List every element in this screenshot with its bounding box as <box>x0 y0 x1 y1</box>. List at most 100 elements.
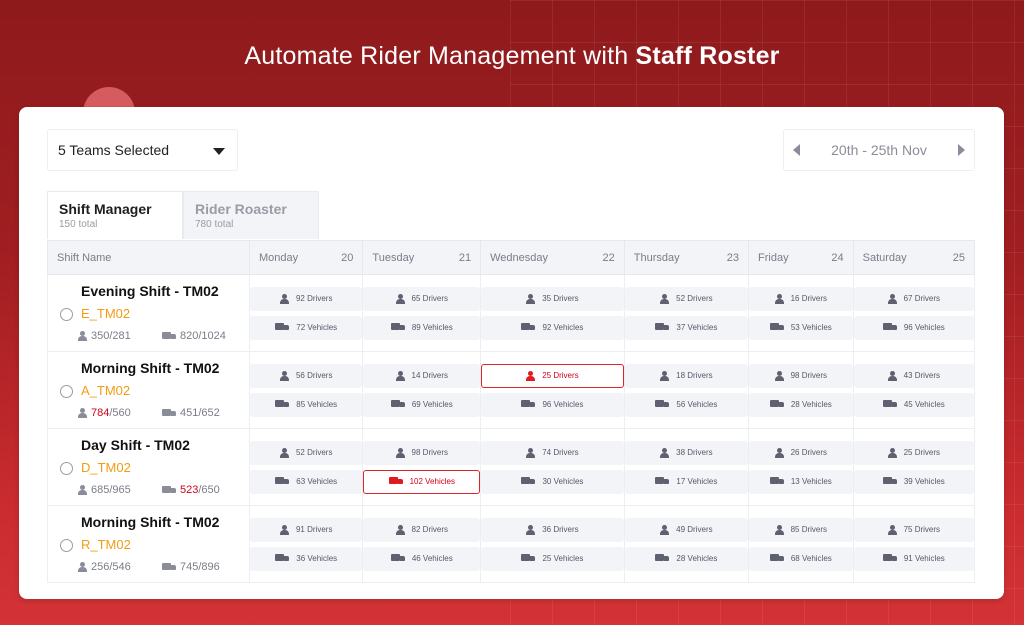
shift-select-radio[interactable] <box>60 308 73 321</box>
drivers-pill[interactable]: 82 Drivers <box>363 517 481 542</box>
tab-rider-roaster[interactable]: Rider Roaster 780 total <box>183 191 319 239</box>
drivers-pill[interactable]: 43 Drivers <box>853 363 974 388</box>
shift-name-header: Shift Name <box>47 240 250 275</box>
drivers-pill[interactable]: 98 Drivers <box>749 363 853 388</box>
vehicles-count: 63 Vehicles <box>296 477 338 486</box>
vehicles-pill[interactable]: 13 Vehicles <box>749 469 853 494</box>
drivers-pill[interactable]: 25 Drivers <box>481 363 624 388</box>
day-cell: 52 Drivers 37 Vehicles <box>623 274 750 352</box>
drivers-pill[interactable]: 74 Drivers <box>481 440 624 465</box>
drivers-pill[interactable]: 98 Drivers <box>363 440 481 465</box>
shift-row: Morning Shift - TM02 A_TM02 784/560 451/… <box>47 351 976 429</box>
drivers-pill[interactable]: 52 Drivers <box>250 440 363 465</box>
day-cell: 38 Drivers 17 Vehicles <box>623 428 750 506</box>
vehicles-pill[interactable]: 91 Vehicles <box>853 546 974 571</box>
shift-code: A_TM02 <box>81 383 131 398</box>
drivers-pill[interactable]: 25 Drivers <box>853 440 974 465</box>
drivers-pill[interactable]: 26 Drivers <box>749 440 853 465</box>
prev-week-icon[interactable] <box>793 144 800 156</box>
vehicles-pill[interactable]: 72 Vehicles <box>250 315 363 340</box>
vehicles-pill[interactable]: 69 Vehicles <box>363 392 481 417</box>
vehicles-count: 89 Vehicles <box>411 323 453 332</box>
vehicles-count: 96 Vehicles <box>903 323 945 332</box>
day-header: Wednesday 22 <box>480 240 625 275</box>
shift-code: R_TM02 <box>81 537 131 552</box>
shift-code: E_TM02 <box>81 306 131 321</box>
drivers-pill[interactable]: 91 Drivers <box>250 517 363 542</box>
vehicles-pill[interactable]: 46 Vehicles <box>363 546 481 571</box>
vehicles-pill[interactable]: 89 Vehicles <box>363 315 481 340</box>
vehicles-pill[interactable]: 102 Vehicles <box>363 469 481 494</box>
person-icon <box>78 562 87 572</box>
vehicles-pill[interactable]: 17 Vehicles <box>624 469 749 494</box>
date-range-navigator: 20th - 25th Nov <box>783 129 975 171</box>
drivers-count: 38 Drivers <box>676 448 713 457</box>
vehicles-total: /1024 <box>198 330 226 342</box>
vehicles-count: 96 Vehicles <box>542 400 584 409</box>
drivers-pill[interactable]: 92 Drivers <box>250 286 363 311</box>
date-range-label: 20th - 25th Nov <box>831 142 927 158</box>
vehicles-pill[interactable]: 63 Vehicles <box>250 469 363 494</box>
vehicles-count: 25 Vehicles <box>542 554 584 563</box>
truck-icon <box>769 323 784 332</box>
drivers-pill[interactable]: 16 Drivers <box>749 286 853 311</box>
vehicles-pill[interactable]: 28 Vehicles <box>624 546 749 571</box>
person-icon <box>887 293 897 304</box>
truck-icon <box>388 477 403 486</box>
drivers-pill[interactable]: 36 Drivers <box>481 517 624 542</box>
shift-select-radio[interactable] <box>60 539 73 552</box>
vehicles-pill[interactable]: 36 Vehicles <box>250 546 363 571</box>
vehicles-pill[interactable]: 45 Vehicles <box>853 392 974 417</box>
drivers-pill[interactable]: 65 Drivers <box>363 286 481 311</box>
vehicles-pill[interactable]: 96 Vehicles <box>853 315 974 340</box>
drivers-count: 74 Drivers <box>542 448 579 457</box>
drivers-count: 82 Drivers <box>411 525 448 534</box>
person-icon <box>887 447 897 458</box>
vehicles-pill[interactable]: 28 Vehicles <box>749 392 853 417</box>
vehicles-pill[interactable]: 68 Vehicles <box>749 546 853 571</box>
vehicles-count: 39 Vehicles <box>903 477 945 486</box>
vehicles-pill[interactable]: 92 Vehicles <box>481 315 624 340</box>
team-select-value: 5 Teams Selected <box>58 142 170 158</box>
drivers-pill[interactable]: 52 Drivers <box>624 286 749 311</box>
vehicles-pill[interactable]: 85 Vehicles <box>250 392 363 417</box>
vehicles-pill[interactable]: 96 Vehicles <box>481 392 624 417</box>
vehicles-pill[interactable]: 56 Vehicles <box>624 392 749 417</box>
drivers-pill[interactable]: 35 Drivers <box>481 286 624 311</box>
day-cell: 35 Drivers 92 Vehicles <box>480 274 625 352</box>
shift-cell: Day Shift - TM02 D_TM02 685/965 523/650 <box>47 428 250 506</box>
vehicles-pill[interactable]: 30 Vehicles <box>481 469 624 494</box>
day-cell: 36 Drivers 25 Vehicles <box>480 505 625 583</box>
vehicles-pill[interactable]: 39 Vehicles <box>853 469 974 494</box>
drivers-pill[interactable]: 67 Drivers <box>853 286 974 311</box>
truck-icon <box>769 554 784 563</box>
drivers-pill[interactable]: 75 Drivers <box>853 517 974 542</box>
person-icon <box>395 370 405 381</box>
truck-icon <box>769 400 784 409</box>
vehicles-pill[interactable]: 53 Vehicles <box>749 315 853 340</box>
tab-shift-manager[interactable]: Shift Manager 150 total <box>47 191 183 239</box>
tab-label: Rider Roaster <box>195 201 287 217</box>
chevron-down-icon <box>213 148 225 155</box>
vehicles-pill[interactable]: 37 Vehicles <box>624 315 749 340</box>
next-week-icon[interactable] <box>958 144 965 156</box>
drivers-pill[interactable]: 18 Drivers <box>624 363 749 388</box>
shift-select-radio[interactable] <box>60 385 73 398</box>
drivers-pill[interactable]: 49 Drivers <box>624 517 749 542</box>
drivers-pill[interactable]: 85 Drivers <box>749 517 853 542</box>
vehicles-pill[interactable]: 25 Vehicles <box>481 546 624 571</box>
shift-select-radio[interactable] <box>60 462 73 475</box>
drivers-count: 49 Drivers <box>676 525 713 534</box>
team-select-dropdown[interactable]: 5 Teams Selected <box>47 129 238 171</box>
drivers-pill[interactable]: 38 Drivers <box>624 440 749 465</box>
drivers-pill[interactable]: 56 Drivers <box>250 363 363 388</box>
drivers-count: 25 Drivers <box>542 371 579 380</box>
day-cell: 74 Drivers 30 Vehicles <box>480 428 625 506</box>
drivers-count: 75 Drivers <box>903 525 941 534</box>
person-icon <box>774 447 784 458</box>
day-cell: 49 Drivers 28 Vehicles <box>623 505 750 583</box>
day-number: 20 <box>341 251 354 264</box>
drivers-count: 36 Drivers <box>542 525 579 534</box>
day-name: Friday <box>758 251 789 264</box>
drivers-pill[interactable]: 14 Drivers <box>363 363 481 388</box>
